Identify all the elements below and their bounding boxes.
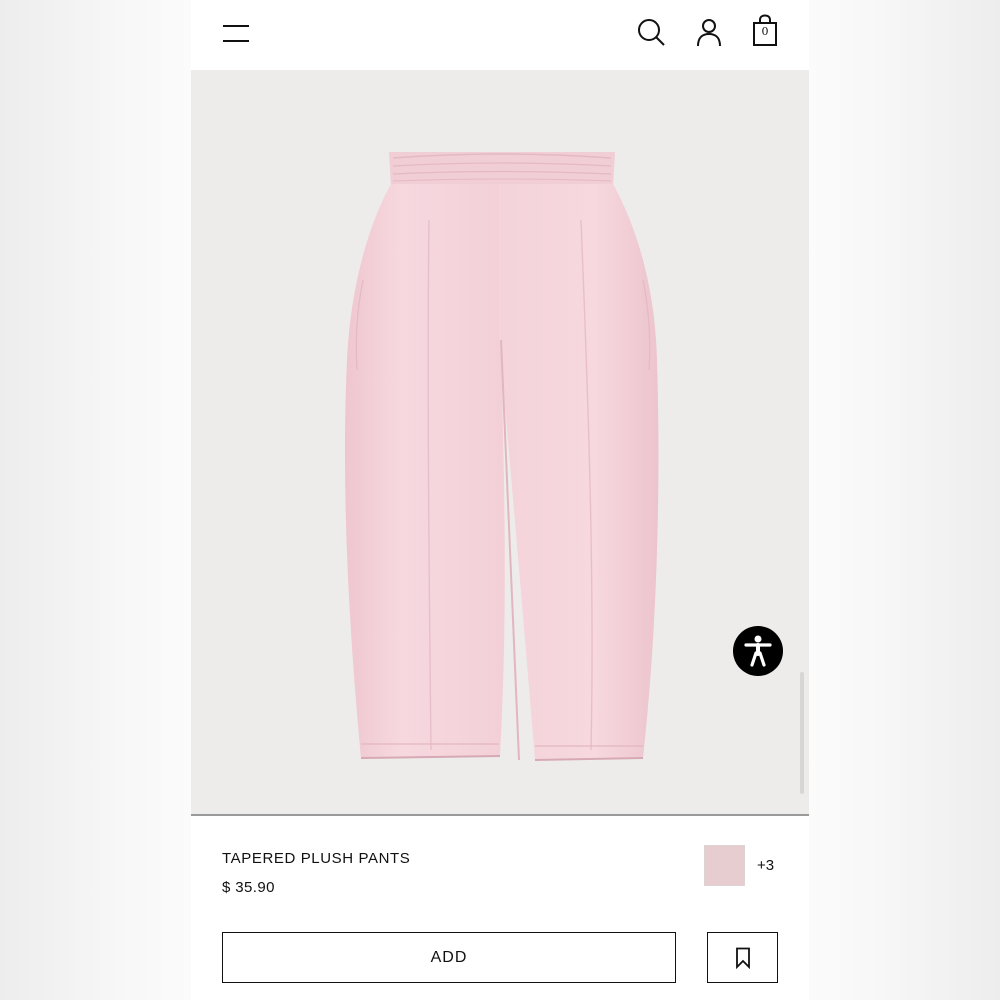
accessibility-button[interactable] xyxy=(733,626,783,676)
product-name[interactable]: TAPERED PLUSH PANTS xyxy=(222,850,410,867)
bookmark-icon xyxy=(735,947,750,969)
account-icon xyxy=(697,19,721,47)
bookmark-button[interactable] xyxy=(707,932,778,983)
more-colors-count[interactable]: +3 xyxy=(757,857,774,874)
search-icon xyxy=(638,19,665,46)
add-button[interactable]: ADD xyxy=(222,932,676,983)
menu-icon xyxy=(223,25,249,42)
scrollbar-thumb[interactable] xyxy=(800,672,804,794)
menu-button[interactable] xyxy=(219,18,253,48)
product-image[interactable] xyxy=(191,70,809,814)
product-price: $ 35.90 xyxy=(222,879,275,896)
search-button[interactable] xyxy=(635,16,667,48)
cart-count: 0 xyxy=(761,25,769,38)
account-button[interactable] xyxy=(693,16,725,48)
pants-photo xyxy=(344,152,659,761)
mobile-page: 0 TAPERED PLUSH PANTS $ 35.90 +3 ADD xyxy=(191,0,809,1000)
image-divider xyxy=(191,814,809,816)
accessibility-icon xyxy=(744,635,772,667)
cart-button[interactable]: 0 xyxy=(749,14,781,50)
color-swatch[interactable] xyxy=(704,845,745,886)
top-navigation-bar: 0 xyxy=(191,0,809,70)
